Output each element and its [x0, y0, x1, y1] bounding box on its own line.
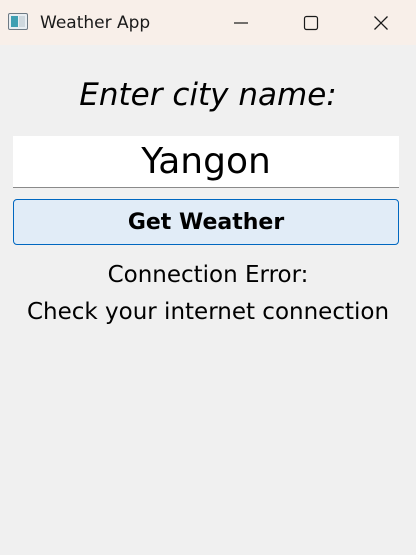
- app-icon-pane-left: [11, 16, 18, 27]
- maximize-button[interactable]: [276, 0, 346, 45]
- status-message: Connection Error: Check your internet co…: [0, 257, 416, 331]
- city-prompt-label: Enter city name:: [79, 77, 337, 113]
- minimize-button[interactable]: [206, 0, 276, 45]
- close-icon: [374, 15, 388, 30]
- city-input[interactable]: [13, 136, 399, 188]
- app-window-icon: [8, 13, 28, 30]
- weather-app-window: Weather App Enter city name: Get Weather…: [0, 0, 416, 555]
- close-button[interactable]: [346, 0, 416, 45]
- status-line-1: Connection Error:: [107, 262, 309, 288]
- app-icon-pane-right: [19, 16, 25, 27]
- get-weather-button[interactable]: Get Weather: [13, 199, 399, 245]
- minimize-icon: [234, 21, 248, 24]
- maximize-icon: [303, 15, 319, 30]
- status-line-2: Check your internet connection: [26, 299, 390, 325]
- title-bar[interactable]: Weather App: [0, 0, 416, 45]
- window-title: Weather App: [40, 13, 151, 33]
